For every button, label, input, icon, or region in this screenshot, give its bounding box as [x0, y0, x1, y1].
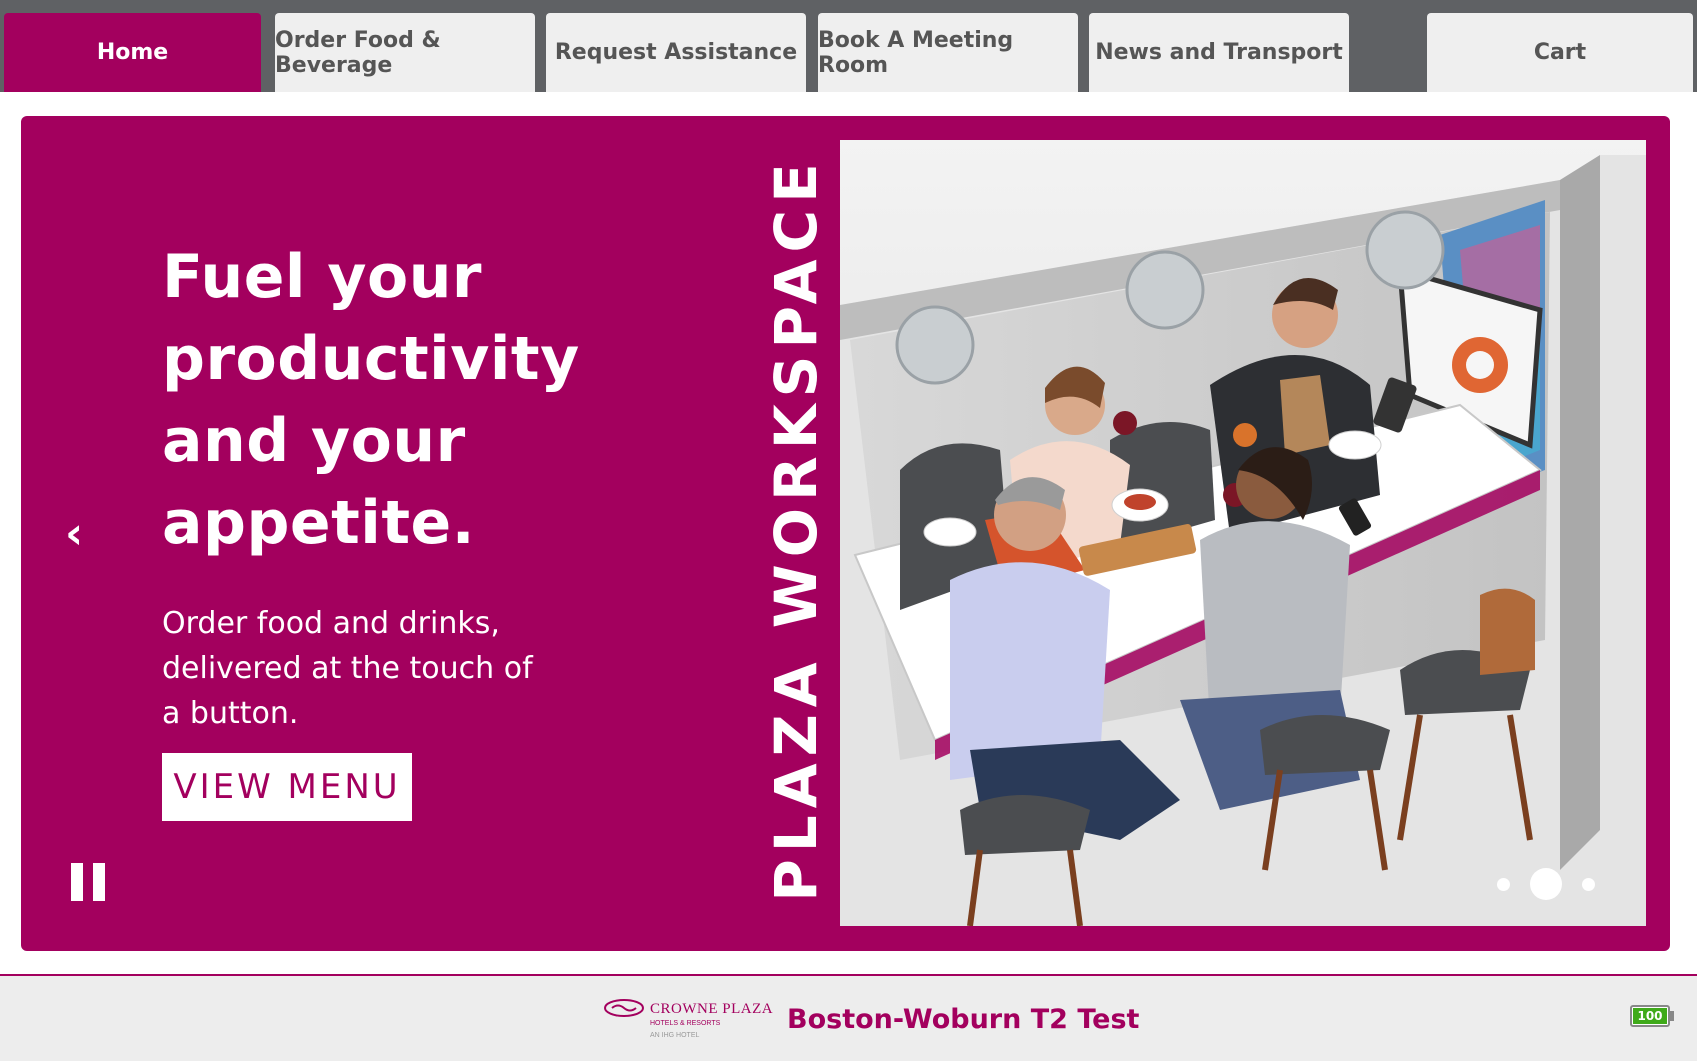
pause-icon[interactable]: [71, 863, 107, 901]
tab-request-assistance[interactable]: Request Assistance: [546, 13, 806, 92]
carousel-dot-3[interactable]: [1582, 877, 1595, 891]
prev-slide-arrow-icon[interactable]: ‹: [65, 512, 83, 556]
tab-news-transport[interactable]: News and Transport: [1089, 13, 1349, 92]
slide-photo: [840, 140, 1646, 926]
plaza-workspace-label: PLAZA WORKSPACE: [762, 156, 830, 902]
battery-icon: 100: [1630, 1005, 1670, 1027]
tab-order-food-beverage[interactable]: Order Food & Beverage: [275, 13, 535, 92]
top-navigation: Home Order Food & Beverage Request Assis…: [0, 0, 1697, 92]
vertical-label-wrap: PLAZA WORKSPACE: [741, 156, 851, 901]
view-menu-button[interactable]: VIEW MENU: [162, 753, 412, 821]
footer: CROWNE PLAZA HOTELS & RESORTS AN IHG HOT…: [0, 974, 1697, 1061]
crowne-plaza-logo: CROWNE PLAZA HOTELS & RESORTS AN IHG HOT…: [604, 999, 773, 1039]
hero-carousel: Fuel your productivity and your appetite…: [21, 116, 1670, 951]
battery-level: 100: [1637, 1009, 1663, 1023]
slide-subtext: Order food and drinks, delivered at the …: [162, 606, 533, 731]
tab-book-meeting-room[interactable]: Book A Meeting Room: [818, 13, 1078, 92]
carousel-dot-1[interactable]: [1497, 877, 1510, 891]
logo-sub-text: HOTELS & RESORTS: [650, 1020, 721, 1027]
tab-cart[interactable]: Cart: [1427, 13, 1693, 92]
logo-brand-text: CROWNE PLAZA: [650, 1001, 773, 1017]
tab-home[interactable]: Home: [4, 13, 261, 92]
battery-nub: [1670, 1011, 1674, 1021]
logo-sub-text-2: AN IHG HOTEL: [650, 1032, 700, 1039]
slide-headline: Fuel your productivity and your appetite…: [162, 242, 580, 558]
workspace-scene-image: [840, 140, 1646, 926]
hotel-name: Boston-Woburn T2 Test: [787, 1004, 1140, 1035]
carousel-pagination: [1497, 868, 1595, 900]
carousel-dot-2[interactable]: [1530, 868, 1562, 900]
